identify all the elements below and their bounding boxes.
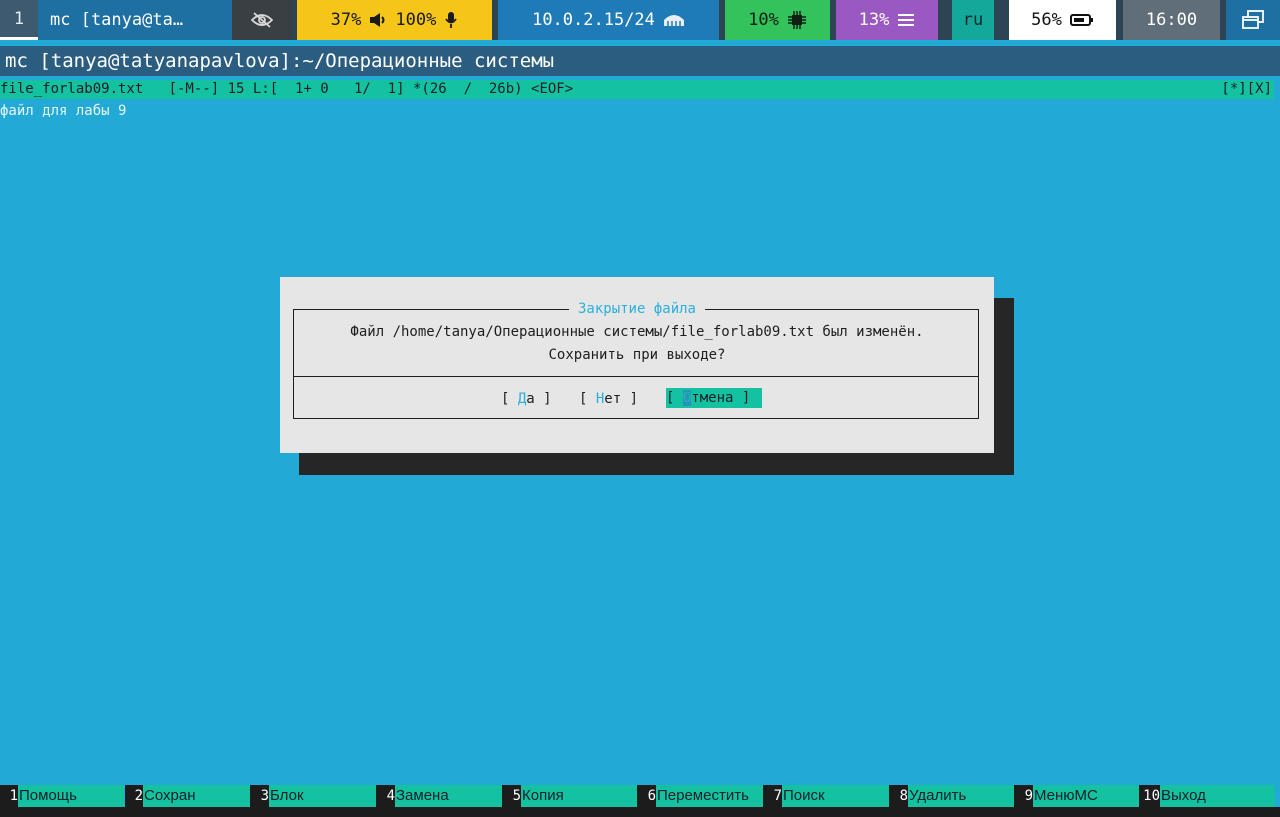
fkey-label: Помощь xyxy=(18,785,124,807)
dialog-divider xyxy=(294,376,978,377)
fkey-block[interactable]: 3 Блок xyxy=(250,785,377,807)
speaker-icon xyxy=(369,12,387,28)
dialog-title-text: Закрытие файла xyxy=(568,301,705,317)
ethernet-icon xyxy=(663,13,685,27)
memory-value: 13% xyxy=(858,10,890,30)
dialog-message-line2: Сохранить при выходе? xyxy=(548,347,726,363)
fkey-number: 7 xyxy=(763,785,783,807)
fkey-number: 2 xyxy=(125,785,144,807)
fkey-number: 6 xyxy=(637,785,657,807)
window-controls[interactable]: [*][X] xyxy=(1221,80,1272,99)
fkey-label: Удалить xyxy=(908,785,1015,807)
fkey-number: 4 xyxy=(376,785,396,807)
volume-value: 37% xyxy=(330,10,362,30)
editor-status-line: file_forlab09.txt [-M--] 15 L:[ 1+ 0 1/ … xyxy=(0,80,1274,99)
fkey-label: Выход xyxy=(1160,785,1275,807)
workspace-indicator[interactable]: 1 xyxy=(0,0,38,40)
dialog-message-line1: Файл /home/tanya/Операционные системы/fi… xyxy=(350,324,924,340)
privacy-indicator[interactable] xyxy=(232,0,292,40)
no-button[interactable]: [ Нет ] xyxy=(579,389,638,409)
fkey-label: Поиск xyxy=(782,785,890,807)
battery-value: 56% xyxy=(1031,10,1062,30)
keyboard-layout[interactable]: ru xyxy=(952,0,994,40)
fkey-number: 5 xyxy=(502,785,522,807)
no-label: ет xyxy=(604,391,622,407)
focused-window-title[interactable]: mc [tanya@ta… xyxy=(38,0,232,40)
fkey-delete[interactable]: 8 Удалить xyxy=(889,785,1015,807)
network-module[interactable]: 10.0.2.15/24 xyxy=(498,0,719,40)
microphone-icon xyxy=(444,11,458,29)
function-key-bar: 1 Помощь 2 Сохран 3 Блок 4 Замена 5 Копи… xyxy=(0,785,1280,807)
fkey-label: Блок xyxy=(269,785,377,807)
battery-module[interactable]: 56% xyxy=(1009,0,1116,40)
memory-module[interactable]: 13% xyxy=(836,0,938,40)
chip-icon xyxy=(787,10,807,30)
status-bar: 1 mc [tanya@ta… 37% 100% 10.0.2.15/24 10… xyxy=(0,0,1280,40)
file-status: file_forlab09.txt [-M--] 15 L:[ 1+ 0 1/ … xyxy=(0,81,574,97)
windows-icon xyxy=(1242,10,1264,30)
yes-button[interactable]: [ Да ] xyxy=(501,389,552,409)
fkey-label: МенюMC xyxy=(1033,785,1140,807)
fkey-move[interactable]: 6 Переместить xyxy=(637,785,764,807)
cancel-button[interactable]: [ Отмена ] xyxy=(666,388,762,408)
terminal-title: mc [tanya@tatyanapavlova]:~/Операционные… xyxy=(0,46,1280,76)
memory-icon xyxy=(897,13,915,27)
fkey-label: Замена xyxy=(395,785,503,807)
ip-address: 10.0.2.15/24 xyxy=(532,10,655,30)
eye-off-icon xyxy=(251,12,273,28)
terminal-bottom-edge xyxy=(0,807,1280,817)
fkey-number: 3 xyxy=(250,785,270,807)
fkey-number: 9 xyxy=(1014,785,1034,807)
fkey-replace[interactable]: 4 Замена xyxy=(376,785,503,807)
workspace-number: 1 xyxy=(13,8,25,29)
layout-value: ru xyxy=(962,10,984,30)
fkey-copy[interactable]: 5 Копия xyxy=(502,785,638,807)
clock-value: 16:00 xyxy=(1145,10,1198,30)
close-file-dialog: Закрытие файла Файл /home/tanya/Операцио… xyxy=(280,277,994,453)
window-switcher[interactable] xyxy=(1226,0,1280,40)
dialog-title: Закрытие файла xyxy=(280,300,994,318)
editor-text-line[interactable]: файл для лабы 9 xyxy=(0,102,126,121)
fkey-label: Переместить xyxy=(656,785,764,807)
fkey-label: Копия xyxy=(521,785,638,807)
cpu-value: 10% xyxy=(748,10,779,30)
fkey-label: Сохран xyxy=(143,785,251,807)
fkey-number: 10 xyxy=(1139,785,1161,807)
yes-label: а xyxy=(526,391,535,407)
fkey-save[interactable]: 2 Сохран xyxy=(125,785,251,807)
fkey-exit[interactable]: 10 Выход xyxy=(1139,785,1275,807)
fkey-search[interactable]: 7 Поиск xyxy=(763,785,890,807)
window-title-text: mc [tanya@ta… xyxy=(50,10,184,30)
cpu-module[interactable]: 10% xyxy=(725,0,830,40)
cancel-label: тмена xyxy=(691,390,734,406)
mic-value: 100% xyxy=(395,10,437,30)
fkey-menu[interactable]: 9 МенюMC xyxy=(1014,785,1140,807)
fkey-help[interactable]: 1 Помощь xyxy=(0,785,125,807)
clock[interactable]: 16:00 xyxy=(1123,0,1220,40)
fkey-number: 1 xyxy=(0,785,19,807)
battery-icon xyxy=(1069,14,1094,26)
fkey-number: 8 xyxy=(889,785,909,807)
audio-module[interactable]: 37% 100% xyxy=(297,0,492,40)
